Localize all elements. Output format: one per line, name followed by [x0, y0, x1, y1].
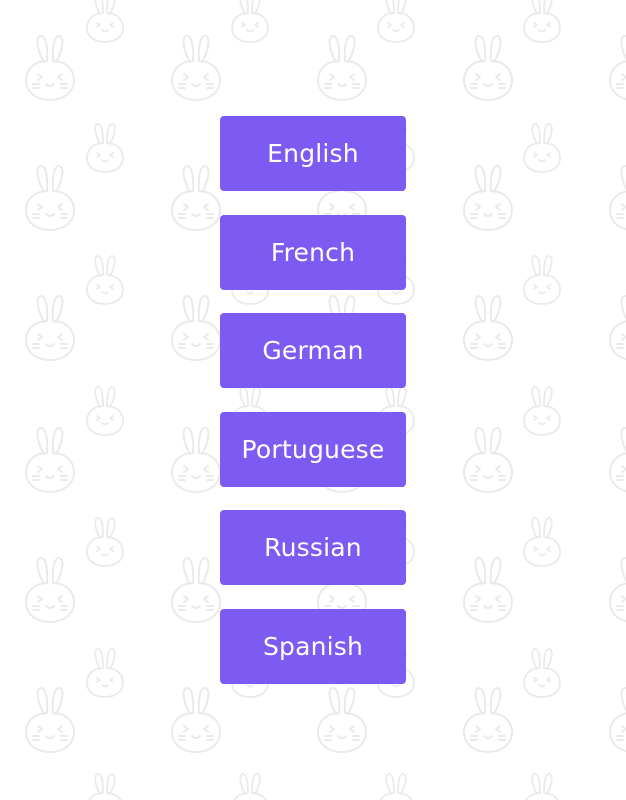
bunny-icon: [171, 35, 221, 101]
bunny-icon: [463, 35, 513, 101]
bunny-icon: [231, 0, 269, 43]
bunny-icon: [231, 773, 269, 800]
bunny-icon: [523, 255, 561, 305]
language-button-russian[interactable]: Russian: [220, 510, 406, 586]
bunny-icon: [523, 648, 561, 698]
language-button-german[interactable]: German: [220, 313, 406, 389]
bunny-icon: [377, 773, 415, 800]
bunny-icon: [171, 557, 221, 623]
bunny-icon: [86, 0, 124, 43]
bunny-icon: [523, 517, 561, 567]
bunny-icon: [463, 165, 513, 231]
bunny-icon: [463, 295, 513, 361]
bunny-icon: [609, 427, 626, 493]
bunny-icon: [609, 687, 626, 753]
bunny-icon: [523, 773, 561, 800]
bunny-icon: [25, 427, 75, 493]
bunny-icon: [377, 0, 415, 43]
bunny-icon: [25, 295, 75, 361]
bunny-icon: [86, 648, 124, 698]
bunny-icon: [523, 386, 561, 436]
bunny-icon: [609, 557, 626, 623]
bunny-icon: [171, 165, 221, 231]
language-button-english[interactable]: English: [220, 116, 406, 191]
bunny-icon: [171, 427, 221, 493]
bunny-icon: [86, 773, 124, 800]
bunny-icon: [609, 165, 626, 231]
language-button-spanish[interactable]: Spanish: [220, 608, 406, 684]
bunny-icon: [317, 35, 367, 101]
bunny-icon: [86, 123, 124, 173]
language-button-portuguese[interactable]: Portuguese: [220, 411, 406, 487]
bunny-icon: [86, 517, 124, 567]
bunny-icon: [171, 687, 221, 753]
bunny-icon: [463, 687, 513, 753]
bunny-icon: [25, 35, 75, 101]
bunny-icon: [86, 386, 124, 436]
bunny-icon: [523, 123, 561, 173]
language-button-french[interactable]: French: [220, 214, 406, 290]
bunny-icon: [609, 295, 626, 361]
bunny-icon: [171, 295, 221, 361]
bunny-icon: [609, 35, 626, 101]
bunny-icon: [523, 0, 561, 43]
bunny-icon: [25, 557, 75, 623]
bunny-icon: [86, 255, 124, 305]
bunny-icon: [463, 557, 513, 623]
language-button-list: English French German Portuguese Russian…: [220, 116, 406, 708]
bunny-icon: [463, 427, 513, 493]
bunny-icon: [25, 165, 75, 231]
bunny-icon: [25, 687, 75, 753]
